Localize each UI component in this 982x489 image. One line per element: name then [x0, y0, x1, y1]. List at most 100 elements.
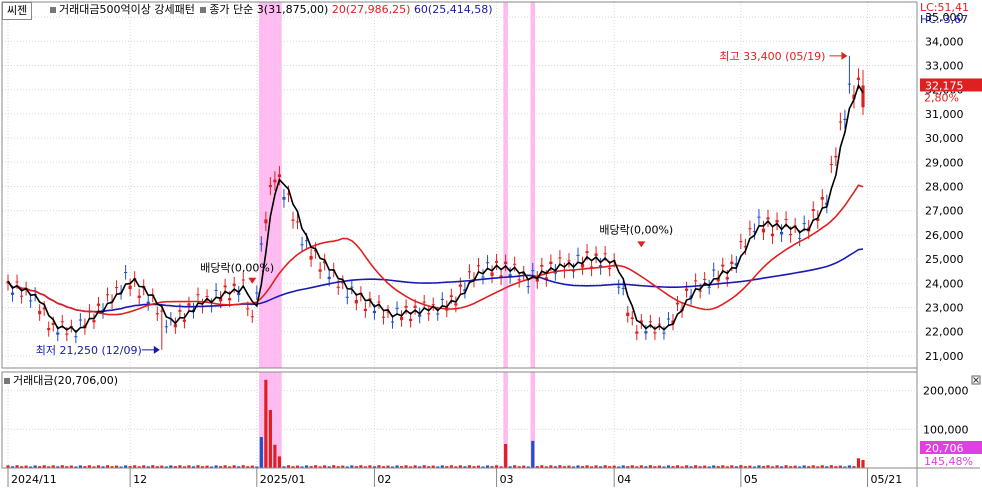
y-tick-label: 28,000	[925, 181, 964, 194]
y-tick-label: 31,000	[925, 108, 964, 121]
candle-body	[196, 294, 200, 296]
volume-bar	[268, 409, 272, 468]
candle-body	[820, 196, 824, 200]
candle-body	[205, 296, 209, 298]
candle-body	[418, 314, 422, 317]
candle-body	[259, 243, 263, 245]
candle-body	[124, 272, 128, 274]
candle-body	[730, 261, 734, 265]
candle-body	[327, 276, 331, 280]
candle-body	[725, 277, 729, 280]
x-tick-label: 02	[377, 473, 391, 486]
candle-body	[422, 301, 426, 303]
candle-body	[748, 228, 752, 230]
candle-body	[648, 321, 652, 323]
candle-body	[662, 332, 666, 334]
candle-body	[128, 285, 132, 290]
dividend-annotation-1: 배당락(0,00%)	[200, 262, 274, 275]
candle-body	[381, 316, 386, 318]
candle-body	[630, 317, 634, 320]
candle-body	[644, 331, 648, 334]
y-tick-label: 34,000	[925, 35, 964, 48]
candle-body	[350, 286, 354, 288]
candle-body	[440, 298, 444, 300]
volume-bar	[273, 444, 277, 468]
candle-body	[798, 237, 802, 239]
candle-body	[56, 332, 60, 335]
candle-body	[666, 318, 671, 320]
y-tick-label: 25,000	[925, 253, 964, 266]
candle-body	[60, 321, 64, 323]
y-tick-label: 26,000	[925, 229, 964, 242]
stock-name-box[interactable]: 씨젠	[2, 2, 33, 20]
y-tick-label: 29,000	[925, 156, 964, 169]
candle-body	[504, 261, 508, 265]
candle-body	[15, 281, 19, 283]
candle-body	[784, 218, 788, 220]
candle-body	[531, 270, 535, 272]
y-tick-label: 27,000	[925, 205, 964, 218]
highlight-band	[259, 2, 264, 368]
x-tick-label: 05/21	[871, 473, 903, 486]
price-pct: 2,80%	[924, 91, 959, 104]
candle-body	[114, 287, 119, 289]
stock-name: 씨젠	[7, 4, 28, 17]
hc-label: HC:-3,67	[920, 13, 968, 26]
x-tick-label: 03	[500, 473, 514, 486]
candle-body	[757, 216, 761, 218]
candle-body	[494, 261, 499, 263]
candle-body	[481, 276, 485, 278]
candle-body	[187, 303, 191, 306]
candle-body	[467, 271, 472, 273]
candle-body	[250, 316, 254, 318]
candle-body	[431, 304, 435, 306]
candle-body	[273, 179, 277, 183]
candle-body	[277, 174, 282, 178]
x-tick-label: 2025/01	[260, 473, 306, 486]
candle-body	[789, 233, 793, 236]
dividend-annotation-2: 배당락(0,00%)	[599, 223, 673, 236]
candle-body	[436, 313, 440, 315]
volume-bar	[861, 459, 865, 468]
candle-body	[698, 290, 702, 292]
candle-body	[707, 286, 711, 288]
volume-highlight-band	[277, 372, 282, 468]
volume-y-tick-label: 200,000	[923, 385, 969, 398]
volume-header: 거래대금(20,706,00)	[2, 374, 118, 388]
candle-body	[721, 264, 725, 267]
volume-bar	[531, 440, 535, 468]
candle-body	[105, 294, 110, 296]
candle-body	[626, 312, 630, 316]
candle-body	[146, 301, 150, 304]
candle-body	[173, 324, 177, 328]
x-tick-label: 12	[133, 473, 147, 486]
candle-body	[621, 287, 625, 289]
candle-body	[540, 264, 544, 267]
candle-body	[223, 285, 227, 288]
low-annotation: 최저 21,250 (12/09)	[36, 344, 142, 357]
x-tick-label: 04	[617, 473, 631, 486]
candle-body	[363, 308, 367, 312]
candle-body	[580, 263, 585, 268]
candle-body	[300, 244, 304, 246]
highlight-band	[530, 2, 536, 368]
candle-body	[802, 223, 806, 225]
candle-body	[567, 260, 571, 262]
candle-body	[19, 295, 24, 297]
candle-body	[232, 283, 236, 286]
candle-body	[377, 301, 381, 303]
chart-root: 35,00034,00033,00032,00031,00030,00029,0…	[0, 0, 982, 489]
candle-body	[653, 332, 657, 334]
volume-bar	[504, 444, 508, 468]
candle-body	[345, 296, 349, 298]
candle-body	[164, 326, 168, 328]
candle-body	[427, 313, 431, 315]
ma60-label: 60(25,414,58)	[413, 3, 493, 16]
candle-body	[684, 288, 689, 291]
legend-square-icon	[50, 6, 56, 13]
candle-body	[65, 333, 69, 335]
y-tick-label: 33,000	[925, 60, 964, 73]
volume-label: 거래대금(20,706,00)	[13, 374, 119, 387]
candle-body	[558, 257, 562, 259]
candle-body	[295, 221, 300, 223]
